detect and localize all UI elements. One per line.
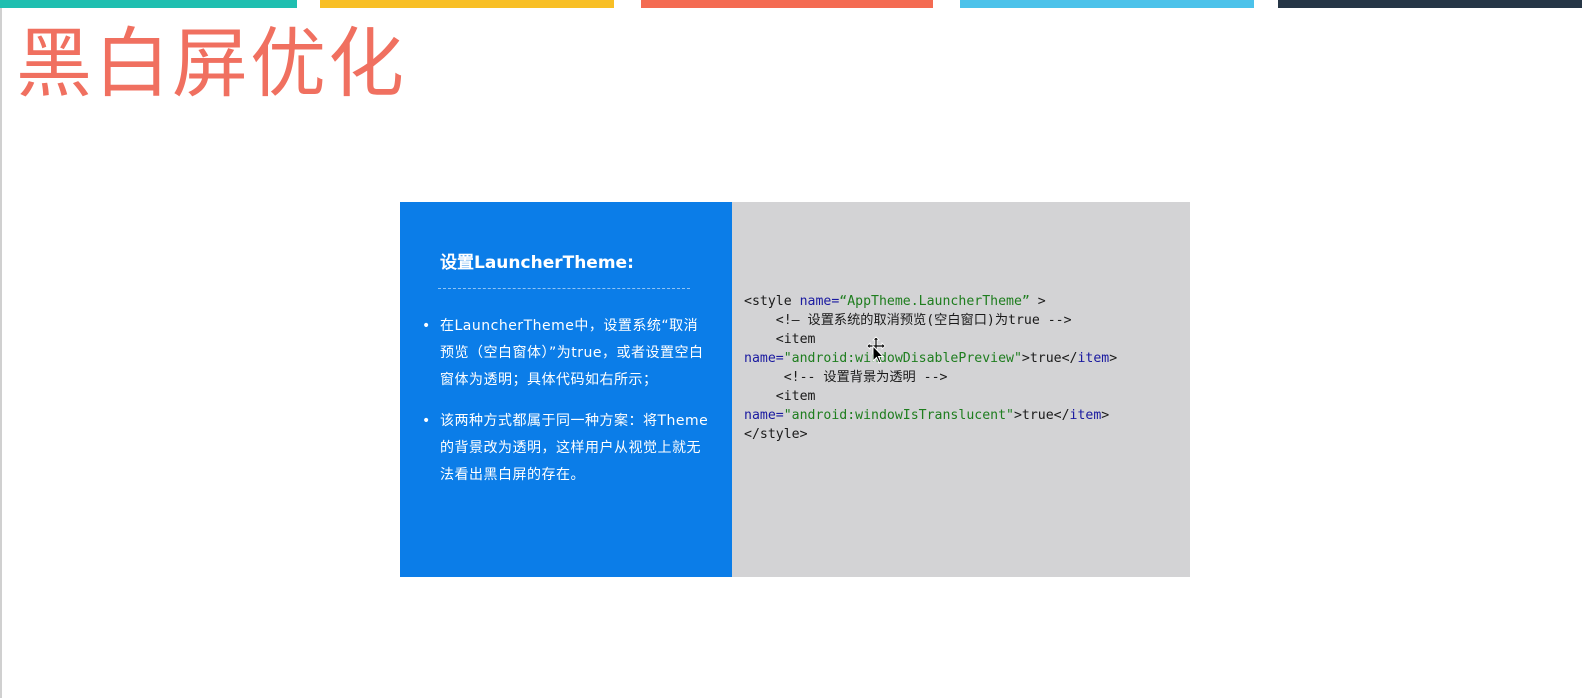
code-item-value: "android:windowDisablePreview" <box>783 351 1022 366</box>
list-item: • 在LauncherTheme中，设置系统“取消预览（空白窗体）”为true，… <box>422 313 712 394</box>
code-comment-translucent: <!-- 设置背景为透明 --> <box>744 370 948 385</box>
code-item-attr-2: name= <box>744 408 784 423</box>
info-panel: 设置LauncherTheme: • 在LauncherTheme中，设置系统“… <box>400 202 732 577</box>
panel-divider <box>438 288 690 289</box>
code-item-mid: >true</ <box>1021 351 1078 366</box>
accent-bar-orange <box>641 0 933 8</box>
code-snippet: <style name=“AppTheme.LauncherTheme” > <… <box>744 292 1117 444</box>
accent-bar-teal <box>0 0 297 8</box>
code-style-close: > <box>1029 294 1046 309</box>
bullet-text: 该两种方式都属于同一种方案：将Theme的背景改为透明，这样用户从视觉上就无法看… <box>440 413 709 483</box>
bullet-text: 在LauncherTheme中，设置系统“取消预览（空白窗体）”为true，或者… <box>440 318 704 388</box>
code-style-value: “AppTheme.LauncherTheme” <box>839 294 1030 309</box>
code-item-tag-2: item <box>1069 408 1102 423</box>
code-item-end-2: > <box>1101 408 1110 423</box>
accent-bar-blue <box>960 0 1254 8</box>
code-style-attr: name= <box>799 294 840 309</box>
code-item-end: > <box>1109 351 1118 366</box>
code-item-attr: name= <box>744 351 784 366</box>
code-item-value-2: "android:windowIsTranslucent" <box>783 408 1014 423</box>
accent-bar-navy <box>1278 0 1582 8</box>
code-comment-preview: <!— 设置系统的取消预览(空白窗口)为true --> <box>744 313 1072 328</box>
bullet-icon: • <box>422 318 431 334</box>
code-panel: <style name=“AppTheme.LauncherTheme” > <… <box>732 202 1190 577</box>
left-border <box>0 8 2 698</box>
bullet-icon: • <box>422 413 431 429</box>
content-card: 设置LauncherTheme: • 在LauncherTheme中，设置系统“… <box>400 202 1190 577</box>
list-item: • 该两种方式都属于同一种方案：将Theme的背景改为透明，这样用户从视觉上就无… <box>422 408 712 489</box>
accent-bar-yellow <box>320 0 614 8</box>
code-style-open: <style <box>744 294 800 309</box>
code-item-open-2: <item <box>744 389 816 404</box>
code-item-mid-2: >true</ <box>1013 408 1070 423</box>
page-title: 黑白屏优化 <box>16 19 406 108</box>
bullet-list: • 在LauncherTheme中，设置系统“取消预览（空白窗体）”为true，… <box>422 313 712 503</box>
code-item-open: <item <box>744 332 816 347</box>
panel-heading: 设置LauncherTheme: <box>440 253 634 273</box>
code-item-tag: item <box>1077 351 1110 366</box>
code-style-end: </style> <box>744 427 808 442</box>
move-cursor-icon <box>866 336 886 364</box>
